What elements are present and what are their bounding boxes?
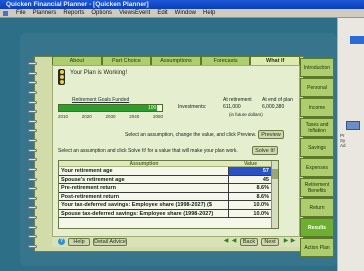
table-row[interactable]: Spouse's retirement age 45 [59,175,278,184]
grid-scrollbar[interactable] [271,161,278,228]
table-row[interactable]: Your retirement age 57 [59,167,278,176]
at-end-of-plan-label: At end of plan [262,97,293,103]
help-icon[interactable]: ? [58,238,65,245]
preview-instruction: Select an assumption, change the value, … [125,132,257,138]
rewind-arrow-icon[interactable]: ◀ [222,238,230,245]
menu-bar: File Planners Reports Options ViewsEvent… [0,9,364,18]
assumption-name: Post-retirement return [59,192,229,200]
tick-label: 2040 [129,114,140,119]
menu-item-file[interactable]: File [16,10,26,16]
menu-item-reports[interactable]: Reports [63,10,84,16]
assumption-name: Pre-retirement return [59,184,229,192]
col-assumption: Assumption [129,161,159,167]
investments-label: Investments: [178,104,207,110]
tick-label: 2020 [81,114,92,119]
tick-label: 2010 [58,114,69,119]
assumption-name: Spouse's retirement age [59,175,229,183]
side-tab-expenses[interactable]: Expenses [300,158,334,177]
side-tab-savings[interactable]: Savings [300,138,334,157]
preview-button[interactable]: Preview [258,130,284,139]
app-menu-icon[interactable] [3,10,8,16]
plan-status-title: Your Plan is Working! [70,70,128,76]
table-row[interactable]: Spouse tax-deferred savings: Employee sh… [59,209,278,218]
tab-part-choice[interactable]: Part Choice [101,56,152,65]
side-tab-action-plan[interactable]: Action Plan [300,238,334,257]
at-retirement-label: At retirement [223,97,252,103]
menu-item-window[interactable]: Window [175,10,196,16]
rewind-arrow-icon[interactable]: ◀ [230,238,238,245]
goals-funded-value: 100 [148,105,157,111]
tab-what-if[interactable]: What If [250,56,300,65]
assumption-value[interactable]: 57 [229,167,272,175]
desktop-background: Pr Sy Ad [337,18,364,271]
tab-about[interactable]: About [52,56,102,65]
forward-arrow-icon[interactable]: ▶ [289,238,297,245]
table-row[interactable]: Post-retirement return 8.6% [59,192,278,201]
top-tabs: About Part Choice Assumptions Forecasts … [52,56,300,65]
back-button[interactable]: Back [240,238,258,246]
next-button[interactable]: Next [261,238,279,246]
assumption-value[interactable]: 8.6% [229,184,272,192]
window-title-bar[interactable]: Quicken Financial Planner - [Quicken Pla… [0,0,364,9]
desktop-selection [350,36,364,44]
goals-funded-label: Retirement Goals Funded [72,97,130,103]
tick-label: 2050 [152,114,163,119]
side-tabs: Introduction Personal Income Taxes and I… [300,58,335,271]
assumption-value[interactable]: 45 [229,176,272,184]
scroll-thumb[interactable] [272,169,278,179]
menu-item-views[interactable]: ViewsEvent [119,10,150,16]
tick-label: 2030 [105,114,116,119]
side-tab-retirement-benefits[interactable]: Retirement Benefits [300,178,334,197]
menu-item-edit[interactable]: Edit [157,10,167,16]
investments-at-end: 6,000,380 [262,104,285,110]
future-dollars-note: (in future dollars) [229,112,263,117]
desktop-file-icon[interactable] [346,121,360,130]
side-tab-introduction[interactable]: Introduction [300,58,334,77]
desktop-label: Ad [340,143,346,148]
tab-forecasts[interactable]: Forecasts [200,56,251,65]
assumption-name: Your retirement age [59,167,229,175]
assumption-value[interactable]: 10.0% [229,201,272,209]
solve-instruction: Select an assumption and click Solve It!… [58,148,238,154]
assumptions-grid: Assumption Value Your retirement age 57 … [58,160,279,229]
assumption-name: Your tax-deferred savings: Employee shar… [59,201,229,209]
side-tab-income[interactable]: Income [300,98,334,117]
side-tab-return[interactable]: Return [300,198,334,217]
assumption-value[interactable]: 8.6% [229,193,272,201]
side-tab-results[interactable]: Results [300,218,334,237]
traffic-light-icon [58,69,65,85]
tab-assumptions[interactable]: Assumptions [151,56,201,65]
side-tab-personal[interactable]: Personal [300,78,334,97]
help-button[interactable]: Help [68,238,90,246]
col-value: Value [243,161,258,167]
notebook-spiral [28,62,38,248]
timeline-ticks: 2010 2020 2030 2040 2050 [58,114,163,119]
investments-at-retirement: 611,000 [223,104,241,110]
table-row[interactable]: Pre-retirement return 8.6% [59,184,278,193]
detail-advice-button[interactable]: Detail Advice [93,238,127,246]
assumption-value[interactable]: 10.0% [229,210,272,218]
menu-item-planners[interactable]: Planners [33,10,57,16]
solve-it-button[interactable]: Solve It! [252,146,278,155]
menu-item-options[interactable]: Options [91,10,112,16]
goals-funded-fill [59,105,157,111]
assumption-name: Spouse tax-deferred savings: Employee sh… [59,209,229,217]
side-tab-taxes[interactable]: Taxes and Inflation [300,118,334,137]
window-title: Quicken Financial Planner - [Quicken Pla… [6,1,149,8]
menu-item-help[interactable]: Help [203,10,215,16]
table-row[interactable]: Your tax-deferred savings: Employee shar… [59,201,278,210]
